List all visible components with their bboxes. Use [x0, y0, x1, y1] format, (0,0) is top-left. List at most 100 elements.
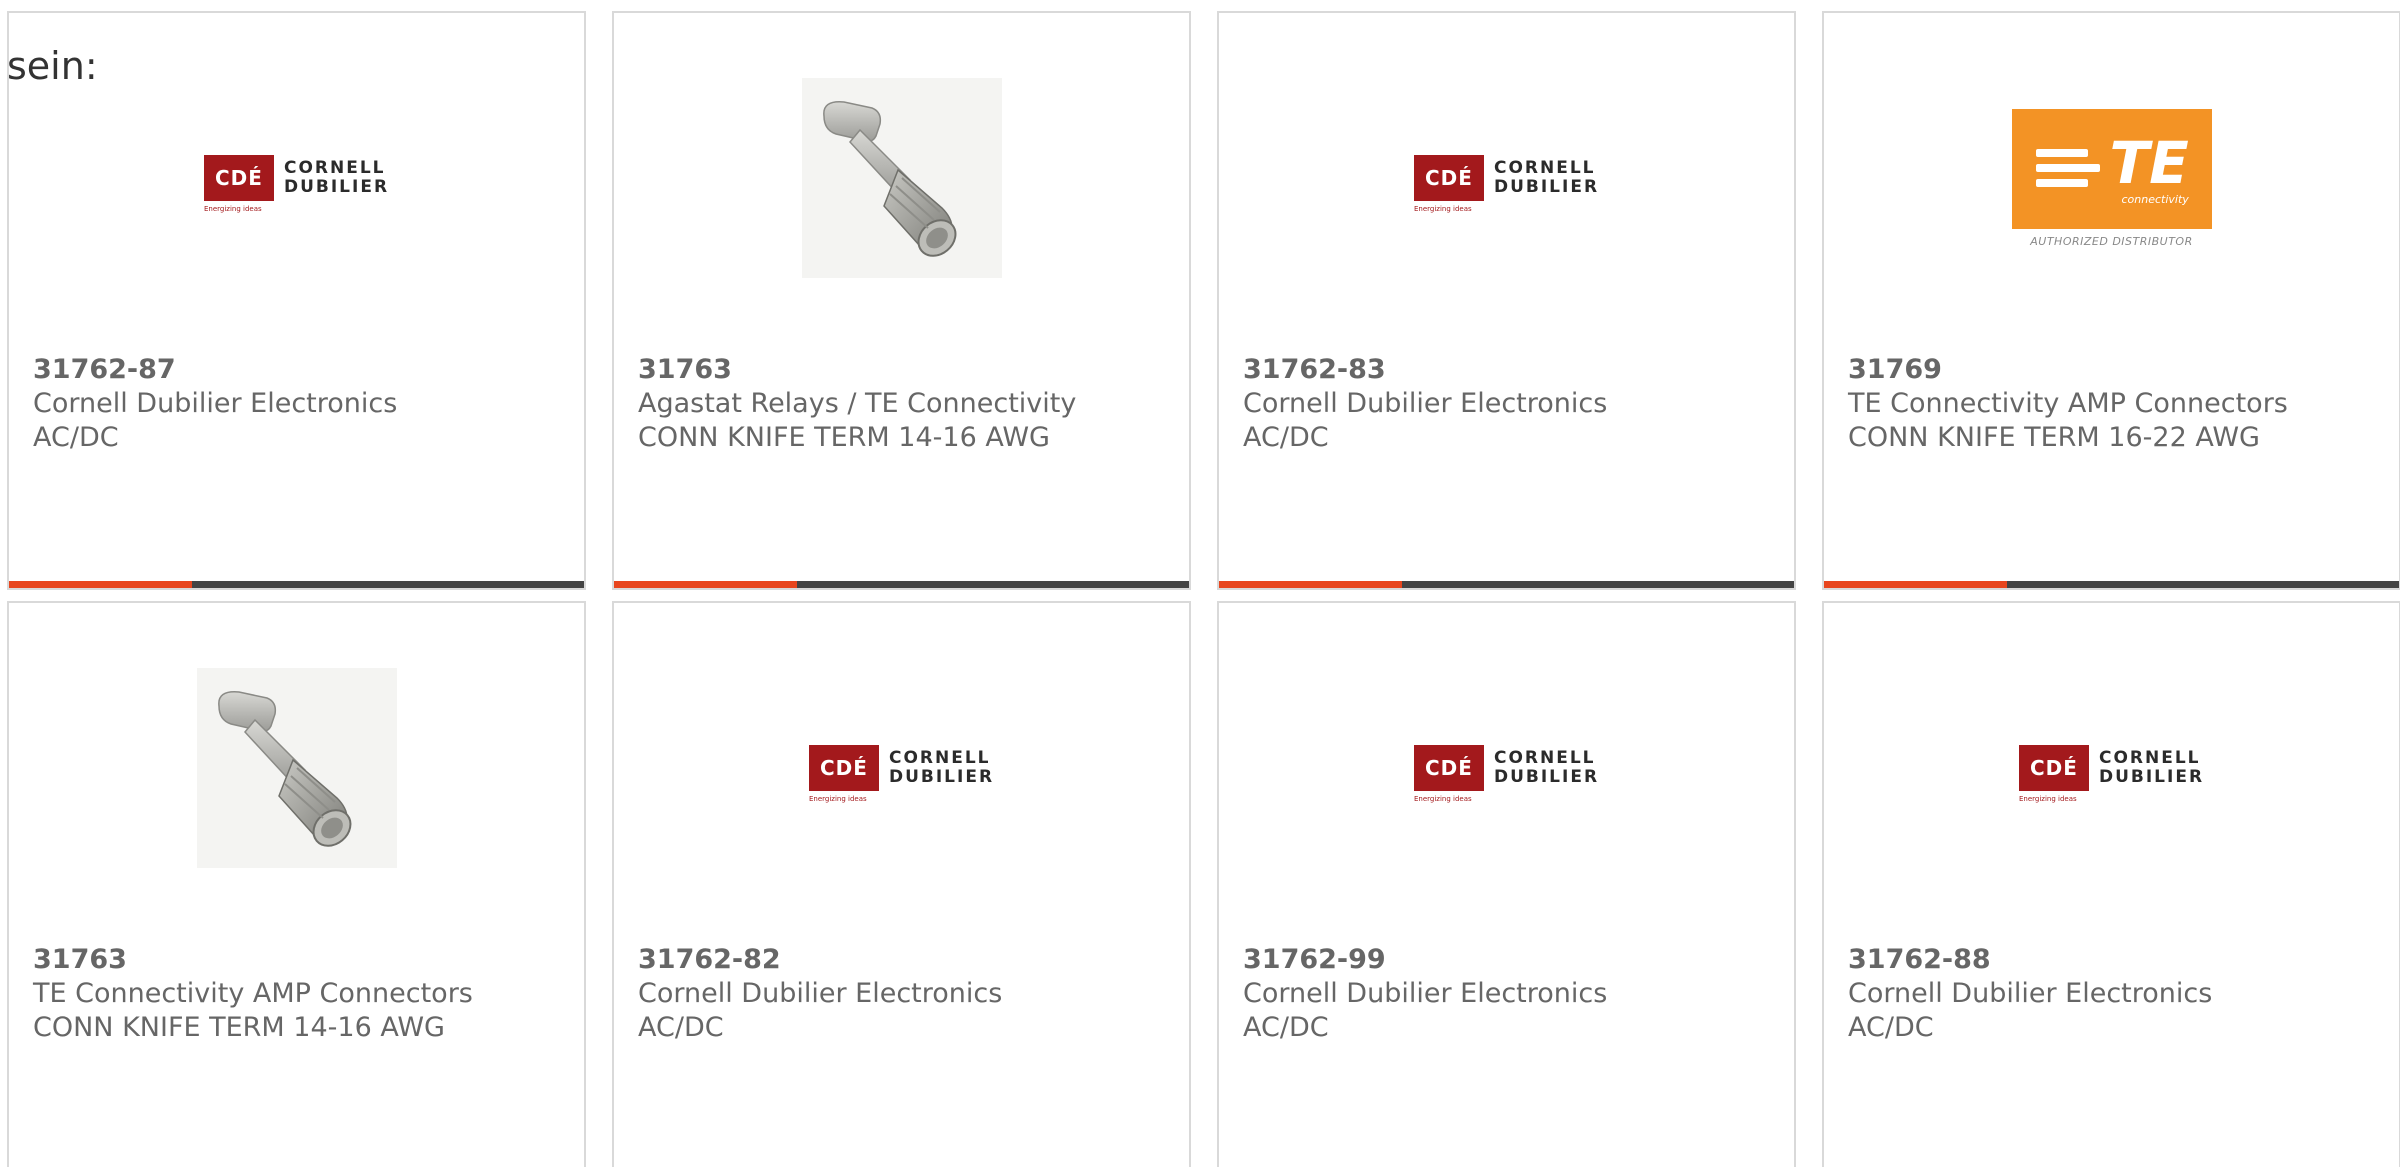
cornell-dubilier-logo: CDÉ Energizing ideas CORNELL DUBILIER	[2018, 745, 2204, 803]
cde-logo-words: CORNELL DUBILIER	[2099, 749, 2204, 787]
description: CONN KNIFE TERM 14-16 AWG	[33, 1012, 445, 1043]
manufacturer: Cornell Dubilier Electronics	[1243, 978, 1608, 1009]
cde-logo-word: DUBILIER	[283, 177, 390, 197]
cde-logo-mark: CDÉ Energizing ideas	[2018, 745, 2089, 803]
description: AC/DC	[33, 422, 119, 453]
card-bottom-bar	[9, 581, 584, 588]
cde-logo-mark-text: CDÉ	[1424, 756, 1473, 780]
manufacturer: TE Connectivity AMP Connectors	[1848, 388, 2288, 419]
part-number[interactable]: 31762-99	[1243, 943, 1774, 977]
product-card[interactable]: CDÉ Energizing ideas CORNELL DUBILIER 31…	[1217, 11, 1796, 590]
cde-logo-mark: CDÉ Energizing ideas	[1413, 155, 1484, 213]
part-number[interactable]: 31762-83	[1243, 353, 1774, 387]
cornell-dubilier-logo: CDÉ Energizing ideas CORNELL DUBILIER	[203, 155, 389, 213]
cde-logo-mark-text: CDÉ	[2029, 756, 2078, 780]
card-bottom-bar	[614, 581, 1189, 588]
description: AC/DC	[1848, 1012, 1934, 1043]
product-card[interactable]: CDÉ Energizing ideas CORNELL DUBILIER 31…	[1217, 601, 1796, 1167]
cde-logo-tagline: Energizing ideas	[808, 795, 867, 803]
cde-logo-mark: CDÉ Energizing ideas	[808, 745, 879, 803]
cde-logo-word: CORNELL	[2098, 748, 2201, 768]
cde-logo-words: CORNELL DUBILIER	[1494, 749, 1599, 787]
knife-terminal-image	[196, 668, 397, 868]
cde-logo-mark: CDÉ Energizing ideas	[203, 155, 274, 213]
product-info: 31762-99 Cornell Dubilier Electronics AC…	[1243, 943, 1774, 1045]
cde-logo-word: DUBILIER	[1493, 177, 1600, 197]
product-info: 31762-82 Cornell Dubilier Electronics AC…	[638, 943, 1169, 1045]
cde-logo-word: CORNELL	[283, 158, 386, 178]
cde-logo-mark-text: CDÉ	[1424, 166, 1473, 190]
cde-logo-words: CORNELL DUBILIER	[1494, 159, 1599, 197]
card-accent-bar	[1219, 581, 1402, 588]
manufacturer: Cornell Dubilier Electronics	[638, 978, 1003, 1009]
part-number[interactable]: 31762-82	[638, 943, 1169, 977]
cde-logo-word: DUBILIER	[1493, 767, 1600, 787]
manufacturer: Cornell Dubilier Electronics	[1848, 978, 2213, 1009]
product-info: 31762-87 Cornell Dubilier Electronics AC…	[33, 353, 564, 455]
cde-logo-words: CORNELL DUBILIER	[284, 159, 389, 197]
te-logo-box: TE connectivity	[2011, 108, 2212, 229]
page: sein: CDÉ Energizing ideas CORNELL DUBIL…	[0, 0, 2400, 1167]
cde-logo-word: CORNELL	[1493, 748, 1596, 768]
description: AC/DC	[638, 1012, 724, 1043]
description: AC/DC	[1243, 1012, 1329, 1043]
product-image[interactable]: CDÉ Energizing ideas CORNELL DUBILIER	[1824, 603, 2399, 933]
part-number[interactable]: 31763	[638, 353, 1169, 387]
cornell-dubilier-logo: CDÉ Energizing ideas CORNELL DUBILIER	[1413, 155, 1599, 213]
product-info: 31762-88 Cornell Dubilier Electronics AC…	[1848, 943, 2379, 1045]
cde-logo-mark-text: CDÉ	[819, 756, 868, 780]
product-card[interactable]: CDÉ Energizing ideas CORNELL DUBILIER 31…	[1822, 601, 2400, 1167]
knife-terminal-image	[801, 78, 1002, 278]
card-accent-bar	[614, 581, 797, 588]
product-card[interactable]: CDÉ Energizing ideas CORNELL DUBILIER 31…	[612, 601, 1191, 1167]
product-info: 31763 Agastat Relays / TE Connectivity C…	[638, 353, 1169, 455]
cde-logo-tagline: Energizing ideas	[1413, 795, 1472, 803]
cde-logo-words: CORNELL DUBILIER	[889, 749, 994, 787]
cornell-dubilier-logo: CDÉ Energizing ideas CORNELL DUBILIER	[1413, 745, 1599, 803]
card-bottom-bar	[1824, 581, 2399, 588]
cde-logo-mark-text: CDÉ	[214, 166, 263, 190]
product-image[interactable]: CDÉ Energizing ideas CORNELL DUBILIER	[1219, 13, 1794, 343]
product-card[interactable]: 31763 Agastat Relays / TE Connectivity C…	[612, 11, 1191, 590]
te-logo-lines	[2035, 148, 2100, 194]
intro-text: sein:	[7, 44, 98, 88]
product-grid: CDÉ Energizing ideas CORNELL DUBILIER 31…	[7, 11, 2400, 1167]
te-logo-subtext: connectivity	[2121, 192, 2189, 206]
product-image[interactable]	[9, 603, 584, 933]
manufacturer: TE Connectivity AMP Connectors	[33, 978, 473, 1009]
product-image[interactable]	[614, 13, 1189, 343]
product-image[interactable]: CDÉ Energizing ideas CORNELL DUBILIER	[1219, 603, 1794, 933]
product-info: 31763 TE Connectivity AMP Connectors CON…	[33, 943, 564, 1045]
product-info: 31769 TE Connectivity AMP Connectors CON…	[1848, 353, 2379, 455]
product-card[interactable]: TE connectivity AUTHORIZED DISTRIBUTOR 3…	[1822, 11, 2400, 590]
product-image[interactable]: TE connectivity AUTHORIZED DISTRIBUTOR	[1824, 13, 2399, 343]
cde-logo-mark: CDÉ Energizing ideas	[1413, 745, 1484, 803]
part-number[interactable]: 31762-88	[1848, 943, 2379, 977]
cde-logo-tagline: Energizing ideas	[1413, 205, 1472, 213]
cde-logo-tagline: Energizing ideas	[203, 205, 262, 213]
product-card[interactable]: 31763 TE Connectivity AMP Connectors CON…	[7, 601, 586, 1167]
manufacturer: Cornell Dubilier Electronics	[33, 388, 398, 419]
card-bottom-bar	[1219, 581, 1794, 588]
te-logo-text: TE	[2109, 128, 2189, 197]
description: AC/DC	[1243, 422, 1329, 453]
part-number[interactable]: 31763	[33, 943, 564, 977]
description: CONN KNIFE TERM 14-16 AWG	[638, 422, 1050, 453]
card-accent-bar	[1824, 581, 2007, 588]
product-card[interactable]: CDÉ Energizing ideas CORNELL DUBILIER 31…	[7, 11, 586, 590]
product-info: 31762-83 Cornell Dubilier Electronics AC…	[1243, 353, 1774, 455]
card-accent-bar	[9, 581, 192, 588]
part-number[interactable]: 31769	[1848, 353, 2379, 387]
cde-logo-word: CORNELL	[888, 748, 991, 768]
cde-logo-tagline: Energizing ideas	[2018, 795, 2077, 803]
manufacturer: Agastat Relays / TE Connectivity	[638, 388, 1077, 419]
manufacturer: Cornell Dubilier Electronics	[1243, 388, 1608, 419]
description: CONN KNIFE TERM 16-22 AWG	[1848, 422, 2260, 453]
te-logo-caption: AUTHORIZED DISTRIBUTOR	[2030, 234, 2193, 248]
te-connectivity-logo: TE connectivity AUTHORIZED DISTRIBUTOR	[2011, 108, 2212, 248]
cornell-dubilier-logo: CDÉ Energizing ideas CORNELL DUBILIER	[808, 745, 994, 803]
part-number[interactable]: 31762-87	[33, 353, 564, 387]
cde-logo-word: CORNELL	[1493, 158, 1596, 178]
product-image[interactable]: CDÉ Energizing ideas CORNELL DUBILIER	[614, 603, 1189, 933]
cde-logo-word: DUBILIER	[2098, 767, 2205, 787]
